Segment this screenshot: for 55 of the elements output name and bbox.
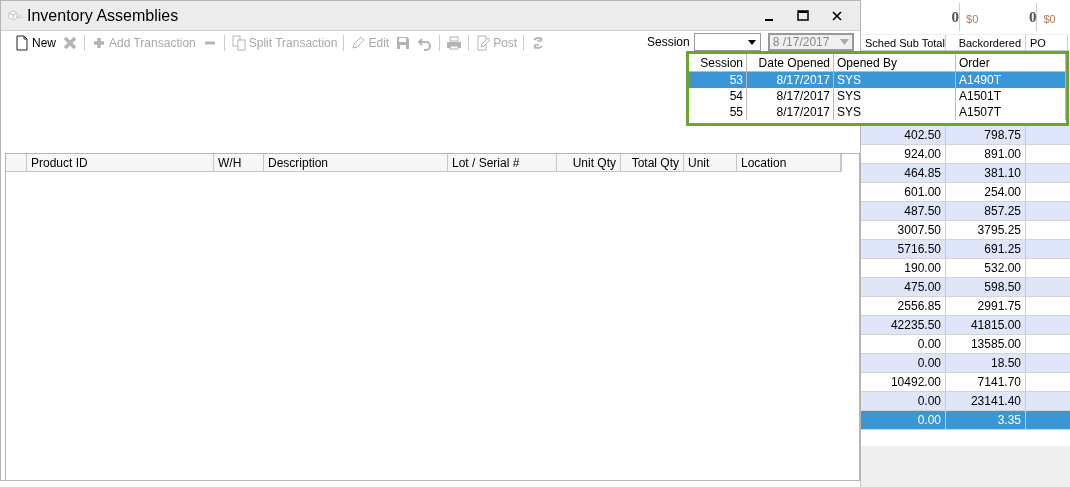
table-cell: 891.00 xyxy=(946,145,1026,163)
column-header[interactable]: PO xyxy=(1026,35,1068,50)
count-text: 0 xyxy=(951,8,960,25)
document-pencil-icon xyxy=(475,35,492,51)
table-cell: 3795.25 xyxy=(946,221,1026,239)
count-text: 0 xyxy=(1029,8,1037,25)
table-cell: 857.25 xyxy=(946,202,1026,220)
toolbar-button[interactable]: New xyxy=(11,33,59,53)
table-cell: 23141.40 xyxy=(946,392,1026,410)
table-cell: 8/17/2017 xyxy=(747,104,834,120)
column-header[interactable]: Location xyxy=(737,154,841,171)
plus-icon xyxy=(91,35,107,51)
column-header[interactable]: Date Opened xyxy=(747,54,834,71)
table-cell: 2991.75 xyxy=(946,297,1026,315)
column-header[interactable]: Description xyxy=(264,154,448,171)
table-cell: 381.10 xyxy=(946,164,1026,182)
column-header[interactable]: Order xyxy=(956,54,1066,71)
column-header[interactable]: Lot / Serial # xyxy=(448,154,557,171)
column-header[interactable]: W/H xyxy=(214,154,264,171)
table-cell: 18.50 xyxy=(946,354,1026,372)
column-header[interactable]: Unit Qty xyxy=(557,154,621,171)
table-cell: 13585.00 xyxy=(946,335,1026,353)
printer-icon xyxy=(446,35,463,51)
amount-text: $0 xyxy=(1043,11,1056,27)
table-cell: 691.25 xyxy=(946,240,1026,258)
table-cell: 41815.00 xyxy=(946,316,1026,334)
table-cell: A1507T xyxy=(956,104,1066,120)
table-cell: SYS xyxy=(834,104,956,120)
minimize-icon xyxy=(765,18,773,21)
table-cell: 3.35 xyxy=(946,411,1026,429)
save-icon xyxy=(395,35,412,51)
table-cell: 254.00 xyxy=(946,183,1026,201)
column-header[interactable]: Backordered xyxy=(946,35,1026,50)
table-cell: 7141.70 xyxy=(946,373,1026,391)
document-icon xyxy=(14,35,30,51)
table-cell: 598.50 xyxy=(946,278,1026,296)
column-header[interactable]: Total Qty xyxy=(621,154,684,171)
field-label: Session xyxy=(647,34,690,51)
column-header[interactable]: Opened By xyxy=(834,54,956,71)
undo-icon xyxy=(417,35,434,51)
table-cell: 532.00 xyxy=(946,259,1026,277)
session-dropdown[interactable] xyxy=(693,33,761,51)
documents-icon xyxy=(230,35,247,51)
cross-icon xyxy=(62,35,78,51)
column-header[interactable]: Session xyxy=(689,54,747,71)
column-header[interactable]: Unit xyxy=(684,154,737,171)
column-header[interactable]: Product ID xyxy=(27,154,214,171)
window-title: Inventory Assemblies xyxy=(27,5,180,26)
amount-text: $0 xyxy=(966,11,979,27)
dropdown-arrow-icon xyxy=(839,39,849,45)
dropdown-arrow-icon xyxy=(747,39,756,45)
maximize-icon xyxy=(797,9,809,22)
close-icon xyxy=(831,9,843,22)
pencil-icon xyxy=(350,35,367,51)
table-cell: 55 xyxy=(689,104,747,120)
